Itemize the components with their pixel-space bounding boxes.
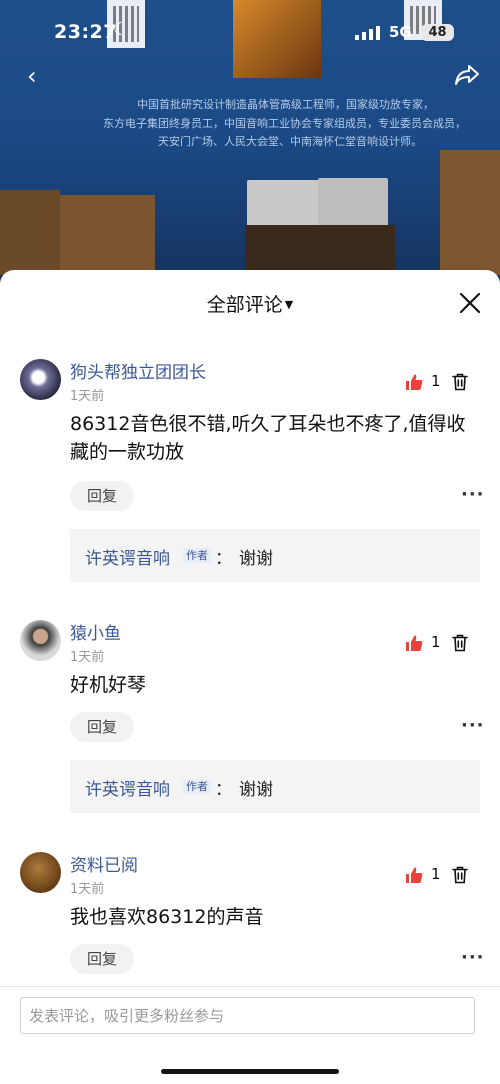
status-time: 23:27 [54, 21, 117, 43]
avatar[interactable] [20, 620, 61, 661]
author-badge: 作者 [183, 548, 211, 563]
comment-text: 好机好琴 [70, 674, 147, 696]
signal-icon [355, 26, 380, 40]
battery-icon: 48 [421, 24, 454, 41]
back-icon[interactable]: ‹ [27, 62, 37, 90]
poster-text-line: 东方电子集团终身员工，中国音响工业协会专家组成员，专业委员会成员， [103, 117, 466, 130]
sub-reply-username[interactable]: 许英谔音响 [85, 544, 170, 569]
trash-icon[interactable] [452, 634, 468, 652]
poster-text-line: 中国首批研究设计制造晶体管高级工程师，国家级功放专家， [137, 98, 434, 111]
equipment-rack-image [245, 225, 395, 275]
share-icon[interactable] [454, 64, 480, 86]
comments-title: 全部评论 [206, 294, 283, 316]
sub-reply-text: 谢谢 [239, 549, 273, 569]
thumbs-up-icon[interactable] [405, 866, 423, 884]
comments-sort-dropdown[interactable]: 全部评论 ▼ [0, 290, 500, 317]
more-options-icon[interactable]: ··· [461, 715, 485, 736]
comment-time: 1天前 [70, 882, 105, 897]
caret-down-icon: ▼ [284, 298, 294, 311]
speaker-image [440, 150, 500, 275]
sub-reply[interactable]: 许英谔音响 作者 ： 谢谢 [70, 529, 480, 582]
reply-button[interactable]: 回复 [70, 712, 134, 742]
comment-time: 1天前 [70, 389, 105, 404]
trash-icon[interactable] [452, 866, 468, 884]
comment-time: 1天前 [70, 650, 105, 665]
sub-reply-text: 谢谢 [239, 780, 273, 800]
avatar[interactable] [20, 359, 61, 400]
comment-text: 我也喜欢86312的声音 [70, 906, 264, 928]
speaker-image [0, 190, 60, 275]
avatar[interactable] [20, 852, 61, 893]
comment-input[interactable] [20, 997, 475, 1034]
sub-reply-username[interactable]: 许英谔音响 [85, 775, 170, 800]
more-options-icon[interactable]: ··· [461, 484, 485, 505]
close-icon[interactable] [457, 290, 483, 316]
poster-text-line: 天安门广场、人民大会堂、中南海怀仁堂音响设计师。 [158, 135, 422, 148]
reply-button[interactable]: 回复 [70, 481, 134, 511]
network-label: 5G [389, 23, 412, 41]
author-badge: 作者 [183, 779, 211, 794]
speaker-image [60, 195, 155, 270]
comment-username[interactable]: 狗头帮独立团团长 [70, 358, 206, 383]
comment-input-bar [0, 986, 500, 1084]
like-count: 1 [431, 865, 441, 883]
comment-text: 86312音色很不错,听久了耳朵也不疼了,值得收藏的一款功放 [70, 413, 466, 463]
thumbs-up-icon[interactable] [405, 634, 423, 652]
like-count: 1 [431, 633, 441, 651]
amplifier-image [318, 178, 388, 228]
moon-icon: ☾ [113, 19, 130, 40]
like-count: 1 [431, 372, 441, 390]
more-options-icon[interactable]: ··· [461, 947, 485, 968]
trash-icon[interactable] [452, 373, 468, 391]
sub-reply-colon: ： [215, 780, 232, 800]
thumbs-up-icon[interactable] [405, 373, 423, 391]
comments-sheet: 全部评论 ▼ 狗头帮独立团团长 1天前 1 86312音色很不错,听久了耳朵也不疼… [0, 270, 500, 1083]
sub-reply[interactable]: 许英谔音响 作者 ： 谢谢 [70, 760, 480, 813]
amplifier-image [247, 180, 319, 228]
reply-button[interactable]: 回复 [70, 944, 134, 974]
status-bar: 23:27 ☾ 5G 48 [0, 18, 500, 50]
sub-reply-colon: ： [215, 549, 232, 569]
comment-username[interactable]: 猿小鱼 [70, 619, 121, 644]
home-indicator [161, 1069, 339, 1074]
comment-username[interactable]: 资料已阅 [70, 851, 138, 876]
